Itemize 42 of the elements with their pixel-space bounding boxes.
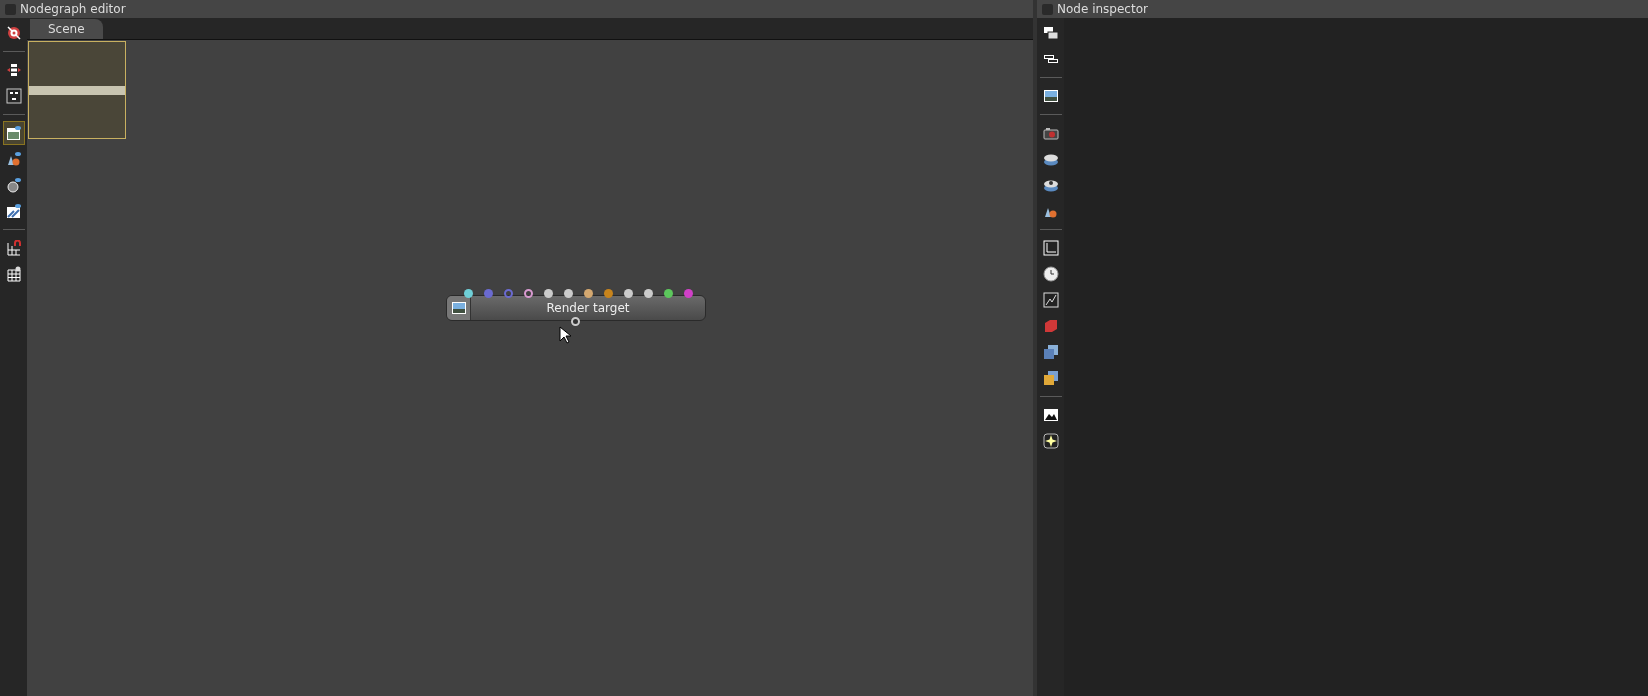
input-port[interactable] — [664, 289, 673, 298]
panel-title: Node inspector — [1057, 3, 1148, 15]
input-port[interactable] — [624, 289, 633, 298]
camera-icon — [1042, 125, 1059, 141]
node-label: Render target — [545, 300, 631, 317]
input-port[interactable] — [684, 289, 693, 298]
panel-checkbox[interactable] — [5, 3, 16, 15]
sphere-icon — [5, 177, 22, 193]
grid-icon — [5, 240, 22, 256]
mouse-cursor — [559, 326, 571, 344]
crop-icon — [1042, 240, 1059, 256]
mountain-icon — [1042, 407, 1059, 423]
input-port[interactable] — [484, 289, 493, 298]
input-port[interactable] — [564, 289, 573, 298]
clock-icon — [1042, 266, 1059, 282]
layers-icon — [1042, 344, 1059, 360]
input-port[interactable] — [524, 289, 533, 298]
input-port[interactable] — [584, 289, 593, 298]
grid-icon — [5, 266, 22, 282]
input-port[interactable] — [504, 289, 513, 298]
output-port[interactable] — [571, 317, 580, 326]
texture-icon — [1042, 292, 1059, 308]
nodes-icon — [5, 62, 22, 78]
image-icon — [5, 125, 22, 141]
toolbar-button[interactable] — [2, 121, 25, 145]
input-port[interactable] — [644, 289, 653, 298]
burst-icon — [1042, 433, 1059, 449]
stripes-icon — [5, 203, 22, 219]
cube-icon — [1042, 318, 1059, 334]
input-port[interactable] — [464, 289, 473, 298]
windows-icon — [1042, 25, 1059, 41]
input-port[interactable] — [544, 289, 553, 298]
target-icon — [5, 25, 22, 41]
tab[interactable]: Scene — [30, 19, 103, 39]
panel-title: Nodegraph editor — [20, 3, 126, 15]
layers-icon — [1042, 370, 1059, 386]
node[interactable]: Render target — [446, 295, 706, 321]
shapes-icon — [5, 151, 22, 167]
panel-checkbox[interactable] — [1042, 3, 1053, 15]
nodes-icon — [5, 88, 22, 104]
input-port[interactable] — [604, 289, 613, 298]
image-icon — [1042, 88, 1059, 104]
